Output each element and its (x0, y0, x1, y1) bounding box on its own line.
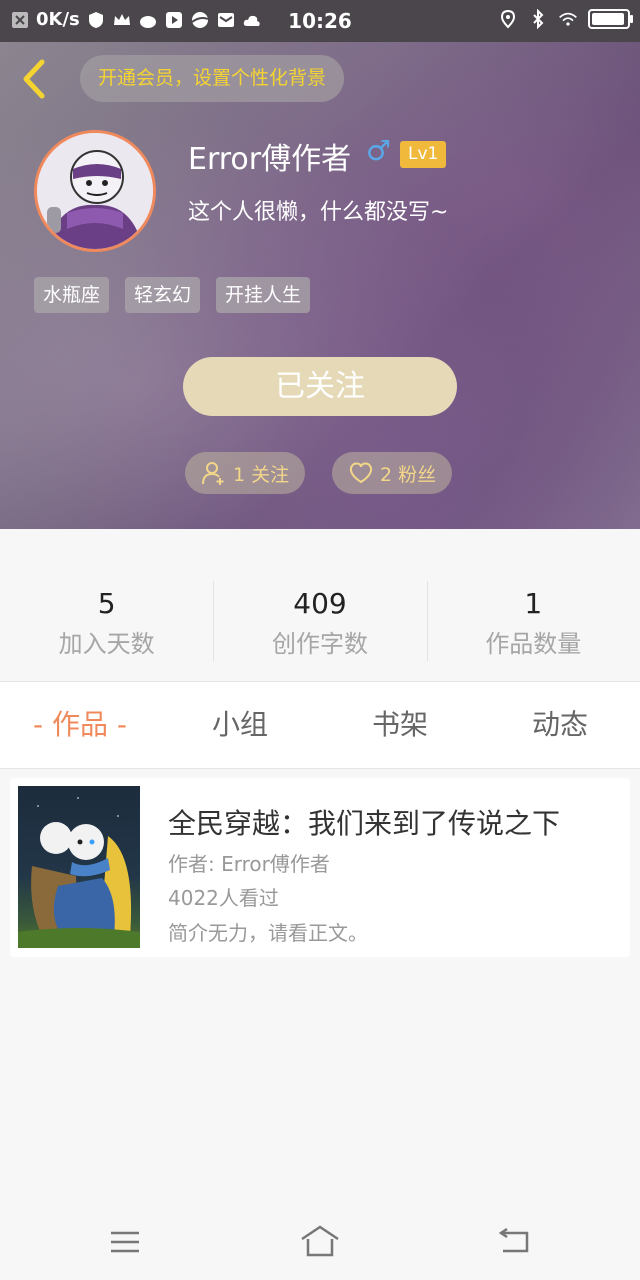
tag: 水瓶座 (34, 277, 110, 313)
tag: 开挂人生 (216, 277, 311, 313)
level-badge: Lv1 (400, 141, 447, 168)
tab-activity[interactable]: 动态 (480, 682, 640, 768)
tab-bookshelf[interactable]: 书架 (320, 682, 480, 768)
avatar[interactable] (34, 130, 156, 252)
stat-label: 加入天数 (58, 630, 155, 658)
fans-button[interactable]: 2 粉丝 (332, 452, 453, 494)
heart-icon (349, 462, 373, 484)
book-cover[interactable] (18, 786, 140, 948)
stat-value: 409 (293, 587, 347, 620)
menu-icon[interactable] (105, 1223, 145, 1259)
book-intro: 简介无力，请看正文。 (168, 921, 368, 945)
username: Error傅作者 (188, 142, 352, 177)
system-nav-bar (0, 1205, 640, 1280)
battery-level (592, 13, 625, 25)
fans-count: 2 粉丝 (380, 463, 437, 486)
stat-works-count: 1 作品数量 (426, 529, 640, 679)
bluetooth-icon (533, 9, 544, 29)
following-count: 1 关注 (233, 463, 290, 486)
stat-word-count: 409 创作字数 (213, 529, 426, 679)
stat-value: 5 (97, 587, 116, 620)
home-icon[interactable] (298, 1223, 342, 1259)
profile-header: 开通会员，设置个性化背景 Error傅作者 ♂ Lv1 这个人很懒，什么都没写~… (0, 42, 640, 529)
location-icon (500, 9, 516, 29)
avatar-image (37, 133, 153, 249)
wifi-icon (559, 12, 577, 26)
book-title[interactable]: 全民穿越：我们来到了传说之下 (168, 802, 560, 842)
bio: 这个人很懒，什么都没写~ (188, 200, 449, 225)
book-author: 作者: Error傅作者 (168, 852, 330, 876)
stat-label: 创作字数 (271, 630, 368, 658)
tab-bar: - 作品 - 小组 书架 动态 (0, 681, 640, 769)
followed-button[interactable]: 已关注 (183, 357, 457, 416)
book-views: 4022人看过 (168, 886, 279, 910)
battery-icon (588, 9, 633, 29)
tab-works[interactable]: - 作品 - (0, 682, 160, 768)
stats-row: 5 加入天数 409 创作字数 1 作品数量 (0, 529, 640, 679)
gender-male-icon: ♂ (366, 134, 392, 167)
tag: 轻玄幻 (125, 277, 201, 313)
vip-background-button[interactable]: 开通会员，设置个性化背景 (80, 55, 345, 102)
book-card[interactable]: 全民穿越：我们来到了传说之下 作者: Error傅作者 4022人看过 简介无力… (10, 778, 630, 957)
stat-label: 作品数量 (485, 630, 582, 658)
following-button[interactable]: 1 关注 (185, 452, 306, 494)
tag-list: 水瓶座 轻玄幻 开挂人生 (34, 277, 311, 313)
tab-groups[interactable]: 小组 (160, 682, 320, 768)
status-bar: 0K/s 10:26 (0, 0, 640, 42)
stat-days-joined: 5 加入天数 (0, 529, 213, 679)
book-cover-image (18, 797, 140, 948)
back-arrow-icon[interactable] (16, 56, 52, 102)
user-add-icon (202, 462, 224, 485)
stat-value: 1 (524, 587, 543, 620)
back-icon[interactable] (495, 1223, 535, 1259)
